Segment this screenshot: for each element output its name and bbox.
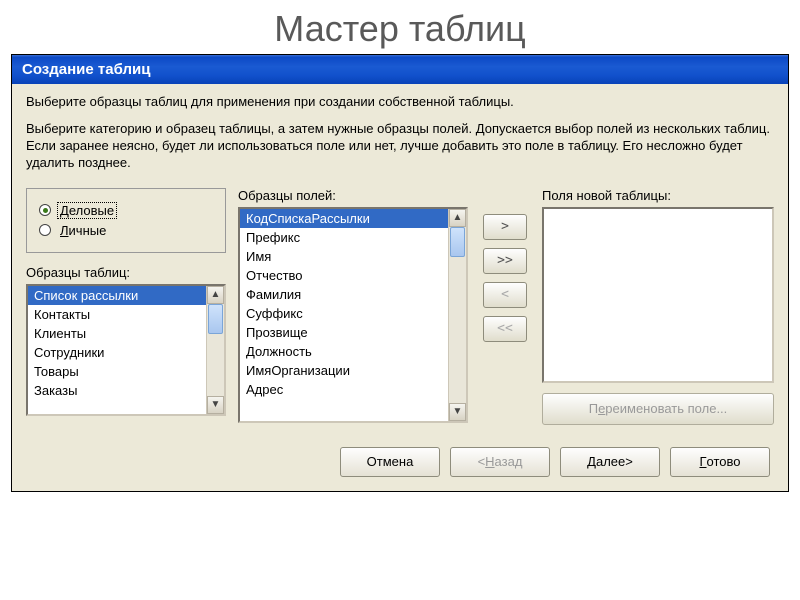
scroll-up-icon[interactable]: ▲ <box>207 286 224 304</box>
remove-all-fields-button[interactable]: << <box>483 316 527 342</box>
list-item[interactable]: Суффикс <box>240 304 448 323</box>
list-item[interactable]: ИмяОрганизации <box>240 361 448 380</box>
window-title-bar: Создание таблиц <box>12 55 788 84</box>
list-item[interactable]: Товары <box>28 362 206 381</box>
list-item[interactable]: КодСпискаРассылки <box>240 209 448 228</box>
list-item[interactable]: Отчество <box>240 266 448 285</box>
cancel-button[interactable]: Отмена <box>340 447 440 477</box>
dialog-body: Выберите образцы таблиц для применения п… <box>12 84 788 491</box>
intro-text-1: Выберите образцы таблиц для применения п… <box>26 94 774 111</box>
list-item[interactable]: Префикс <box>240 228 448 247</box>
scroll-down-icon[interactable]: ▼ <box>449 403 466 421</box>
window-title: Создание таблиц <box>22 61 150 78</box>
list-item[interactable]: Должность <box>240 342 448 361</box>
finish-button[interactable]: Готово <box>670 447 770 477</box>
list-item[interactable]: Список рассылки <box>28 286 206 305</box>
list-item[interactable]: Контакты <box>28 305 206 324</box>
category-groupbox: Деловые Личные <box>26 188 226 253</box>
next-button[interactable]: Далее > <box>560 447 660 477</box>
back-button: < Назад <box>450 447 550 477</box>
list-item[interactable]: Заказы <box>28 381 206 400</box>
radio-icon <box>39 204 51 216</box>
tables-label: Образцы таблиц: <box>26 265 226 280</box>
rename-field-button: Переименовать поле... <box>542 393 774 425</box>
list-item[interactable]: Прозвище <box>240 323 448 342</box>
scrollbar[interactable]: ▲ ▼ <box>206 286 224 414</box>
scroll-thumb[interactable] <box>208 304 223 334</box>
radio-icon <box>39 224 51 236</box>
list-item[interactable]: Адрес <box>240 380 448 399</box>
new-fields-label: Поля новой таблицы: <box>542 188 774 203</box>
list-item[interactable]: Сотрудники <box>28 343 206 362</box>
fields-listbox[interactable]: КодСпискаРассылкиПрефиксИмяОтчествоФамил… <box>238 207 468 423</box>
list-item[interactable]: Имя <box>240 247 448 266</box>
radio-personal[interactable]: Личные <box>39 222 213 239</box>
rename-button-label: Переименовать поле... <box>589 401 728 416</box>
scroll-thumb[interactable] <box>450 227 465 257</box>
add-all-fields-button[interactable]: >> <box>483 248 527 274</box>
list-item[interactable]: Клиенты <box>28 324 206 343</box>
tables-listbox[interactable]: Список рассылкиКонтактыКлиентыСотрудники… <box>26 284 226 416</box>
intro-text-2: Выберите категорию и образец таблицы, а … <box>26 121 774 172</box>
wizard-dialog: Создание таблиц Выберите образцы таблиц … <box>11 54 789 492</box>
slide-title: Мастер таблиц <box>0 0 800 54</box>
list-item[interactable]: Фамилия <box>240 285 448 304</box>
radio-personal-label: Личные <box>57 222 109 239</box>
fields-label: Образцы полей: <box>238 188 468 203</box>
radio-business[interactable]: Деловые <box>39 202 213 219</box>
radio-business-label: Деловые <box>57 202 117 219</box>
scroll-up-icon[interactable]: ▲ <box>449 209 466 227</box>
new-fields-listbox[interactable] <box>542 207 774 383</box>
add-field-button[interactable]: > <box>483 214 527 240</box>
remove-field-button[interactable]: < <box>483 282 527 308</box>
scroll-down-icon[interactable]: ▼ <box>207 396 224 414</box>
scrollbar[interactable]: ▲ ▼ <box>448 209 466 421</box>
